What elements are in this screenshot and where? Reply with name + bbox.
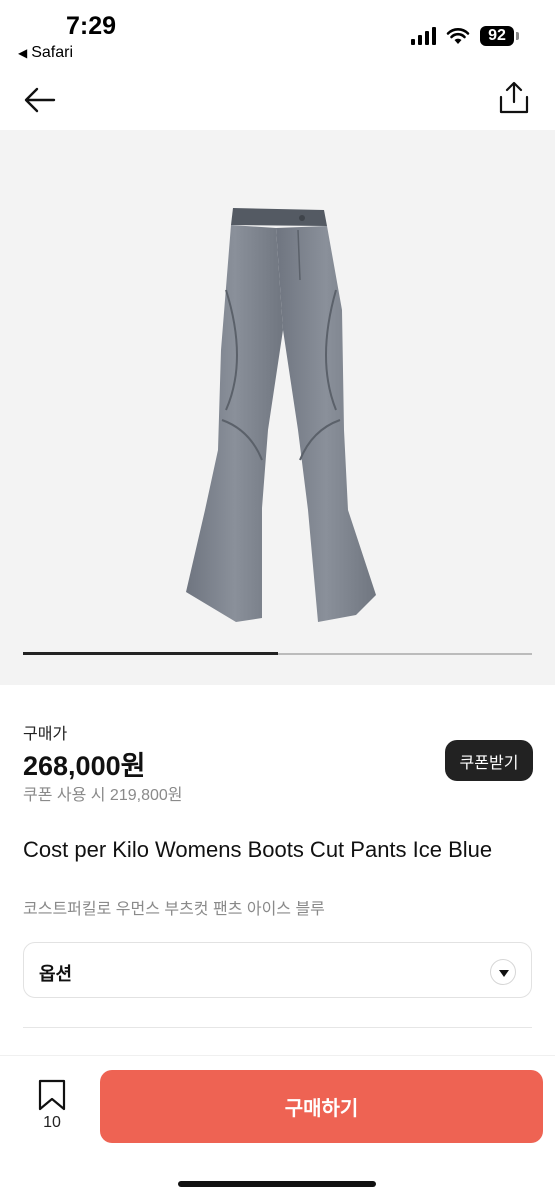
wifi-icon [446,28,470,44]
status-bar: 7:29 ◀ Safari 92 [0,0,555,70]
coupon-price-text: 쿠폰 사용 시 219,800원 [23,787,183,804]
option-select[interactable]: 옵션 [23,942,532,998]
battery-tip [516,32,519,40]
share-button[interactable] [496,80,532,116]
buy-button[interactable]: 구매하기 [100,1070,543,1143]
bookmark-icon [38,1079,66,1111]
price-amount: 268,000원 [23,751,146,781]
product-title-en: Cost per Kilo Womens Boots Cut Pants Ice… [23,837,493,862]
product-page: 7:29 ◀ Safari 92 구매가 268,000원 쿠폰 사용 시 21… [0,0,555,1200]
get-coupon-button[interactable]: 쿠폰받기 [445,740,533,781]
back-to-safari-link[interactable]: ◀ Safari [18,44,73,62]
product-title-ko: 코스트퍼킬로 우먼스 부츠컷 팬츠 아이스 블루 [23,901,325,918]
top-nav [0,70,555,130]
battery-icon: 92 [480,26,514,46]
bookmark-button[interactable]: 10 [30,1078,74,1138]
arrow-left-icon [24,87,56,113]
back-triangle-icon: ◀ [18,46,28,60]
chevron-down-icon [490,959,516,985]
price-label: 구매가 [23,726,68,743]
status-time: 7:29 [66,12,117,40]
product-image-gallery[interactable] [0,130,555,685]
share-icon [499,81,529,114]
signal-icon [411,27,436,45]
back-button[interactable] [22,82,58,118]
bookmark-count: 10 [43,1114,61,1131]
divider [23,1027,532,1028]
product-photo [186,208,376,622]
gallery-progress-bar [23,652,532,655]
back-app-label: Safari [31,44,74,61]
gallery-progress-fill [23,652,278,655]
home-indicator [178,1181,376,1187]
status-icons: 92 [411,26,519,46]
option-label: 옵션 [39,964,73,984]
bottom-action-bar: 10 구매하기 [0,1055,555,1200]
